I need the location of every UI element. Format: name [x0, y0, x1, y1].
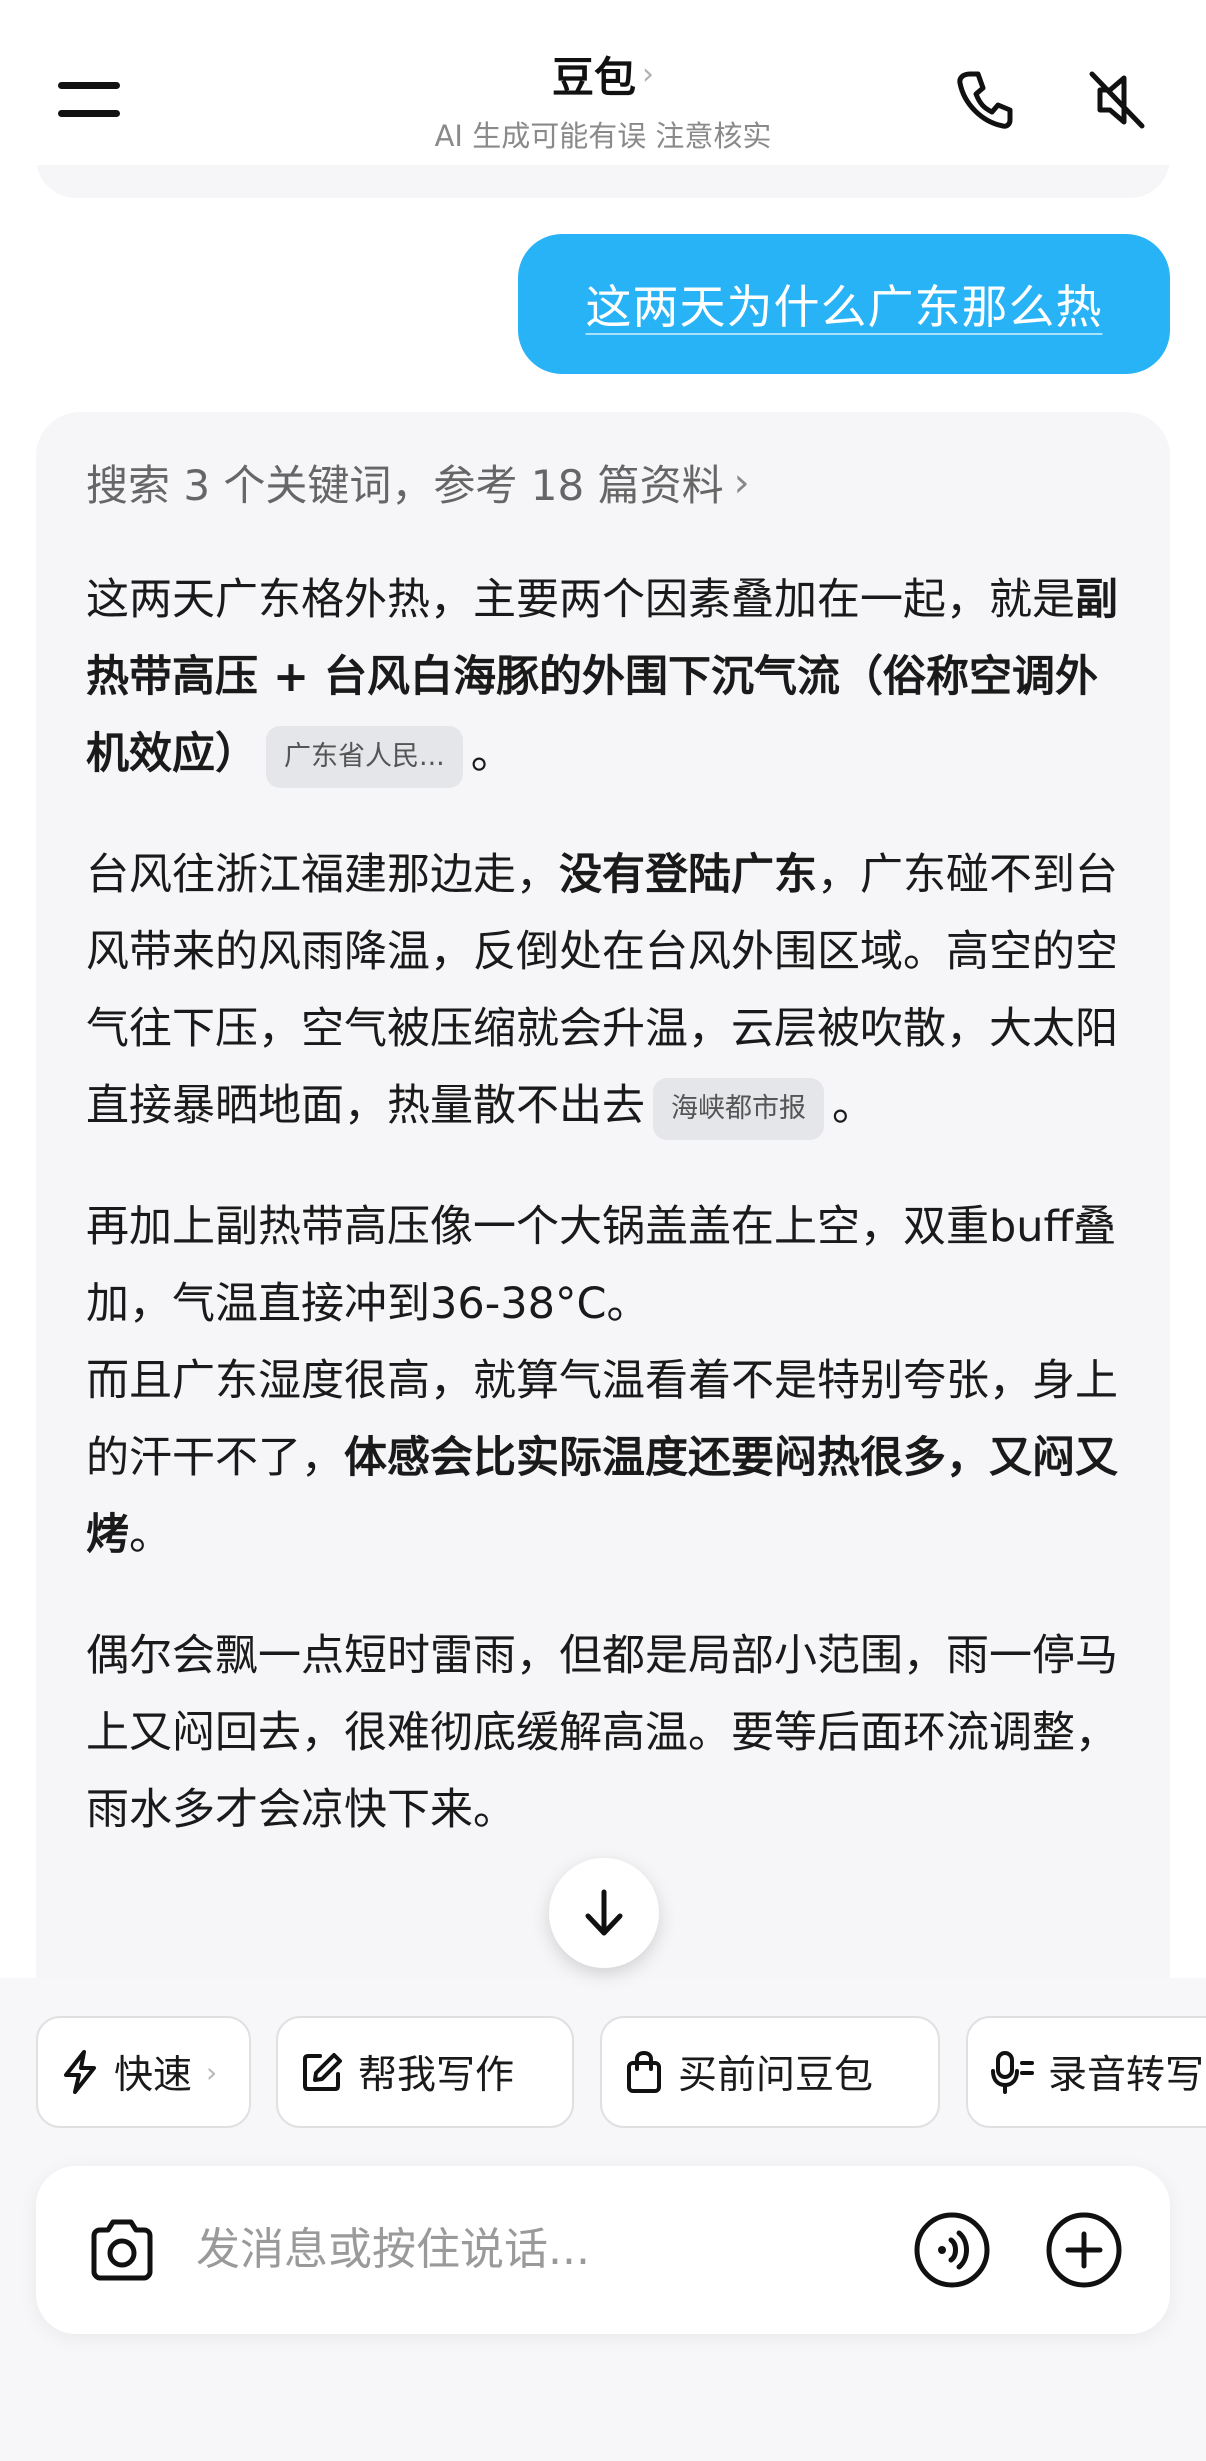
answer-text: 台风往浙江福建那边走， — [86, 850, 559, 900]
source-chip[interactable]: 海峡都市报 — [653, 1077, 824, 1140]
message-input-bar[interactable]: 发消息或按住说话... — [36, 2166, 1170, 2334]
plus-icon[interactable] — [1044, 2210, 1124, 2290]
scroll-to-bottom-button[interactable] — [549, 1858, 659, 1968]
chip-help-write[interactable]: 帮我写作 — [276, 2016, 574, 2128]
top-bar: 豆包 › AI 生成可能有误 注意核实 — [0, 0, 1206, 165]
message-input[interactable]: 发消息或按住说话... — [196, 2166, 590, 2334]
chat-title[interactable]: 豆包 — [552, 44, 636, 105]
lightning-icon — [64, 2050, 96, 2094]
answer-text: 。 — [470, 729, 514, 779]
phone-icon[interactable] — [948, 64, 1020, 136]
chevron-right-icon: › — [642, 57, 654, 92]
speaker-mute-icon[interactable] — [1082, 64, 1154, 136]
mic-icon — [991, 2051, 1034, 2094]
chat-title-area[interactable]: 豆包 › AI 生成可能有误 注意核实 — [303, 44, 903, 155]
answer-paragraph-1: 这两天广东格外热，主要两个因素叠加在一起，就是副热带高压 + 台风白海豚的外围下… — [86, 562, 1136, 793]
search-summary-text: 搜索 3 个关键词，参考 18 篇资料 — [86, 461, 724, 510]
answer-bold-text: 没有登陆广东 — [559, 850, 817, 900]
ai-disclaimer: AI 生成可能有误 注意核实 — [434, 119, 772, 153]
chip-recording-transcribe[interactable]: 录音转写 — [966, 2016, 1206, 2128]
chip-label: 买前问豆包 — [678, 2053, 874, 2098]
menu-icon[interactable] — [58, 76, 122, 120]
chip-ask-before-buy[interactable]: 买前问豆包 — [600, 2016, 940, 2128]
answer-text: 再加上副热带高压像一个大锅盖盖在上空，双重buff叠加，气温直接冲到36-38°… — [86, 1202, 1117, 1329]
chevron-right-icon: › — [733, 459, 750, 506]
answer-text: 。 — [129, 1510, 172, 1560]
arrow-down-icon — [585, 1889, 623, 1936]
search-summary-link[interactable]: 搜索 3 个关键词，参考 18 篇资料 › — [86, 452, 750, 513]
user-message-text: 这两天为什么广东那么热 — [585, 280, 1103, 334]
voice-call-icon[interactable] — [912, 2210, 992, 2290]
user-message-bubble[interactable]: 这两天为什么广东那么热 — [518, 234, 1170, 374]
answer-paragraph-2: 台风往浙江福建那边走，没有登陆广东，广东碰不到台风带来的风雨降温，反倒处在台风外… — [86, 837, 1136, 1145]
chip-fast-mode[interactable]: 快速 › — [36, 2016, 251, 2128]
answer-text: 。 — [832, 1081, 875, 1131]
chevron-right-icon: › — [206, 2055, 218, 2089]
quick-actions-row[interactable]: 快速 › 帮我写作 买前问豆包 录音转写 — [36, 2016, 1206, 2128]
chip-label: 录音转写 — [1048, 2053, 1205, 2098]
shopping-bag-icon — [627, 2050, 661, 2093]
answer-paragraph-4: 偶尔会飘一点短时雷雨，但都是局部小范围，雨一停马上又闷回去，很难彻底缓解高温。要… — [86, 1631, 1118, 1835]
edit-icon — [303, 2053, 342, 2091]
chat-screen: 豆包 › AI 生成可能有误 注意核实 这两天为什么广东那么热 搜索 3 个关键… — [0, 0, 1206, 2461]
composer-panel: 快速 › 帮我写作 买前问豆包 录音转写 发消息或按住说话... — [0, 1978, 1206, 2461]
chip-label: 帮我写作 — [358, 2053, 515, 2098]
camera-icon[interactable] — [82, 2210, 162, 2290]
answer-text: 这两天广东格外热，主要两个因素叠加在一起，就是 — [86, 575, 1075, 625]
source-chip[interactable]: 广东省人民... — [266, 725, 463, 788]
answer-body: 这两天广东格外热，主要两个因素叠加在一起，就是副热带高压 + 台风白海豚的外围下… — [86, 562, 1136, 1893]
chip-label: 快速 — [114, 2053, 193, 2098]
ai-answer-card: 搜索 3 个关键词，参考 18 篇资料 › 这两天广东格外热，主要两个因素叠加在… — [36, 412, 1170, 1982]
answer-paragraph-3: 再加上副热带高压像一个大锅盖盖在上空，双重buff叠加，气温直接冲到36-38°… — [86, 1189, 1136, 1574]
